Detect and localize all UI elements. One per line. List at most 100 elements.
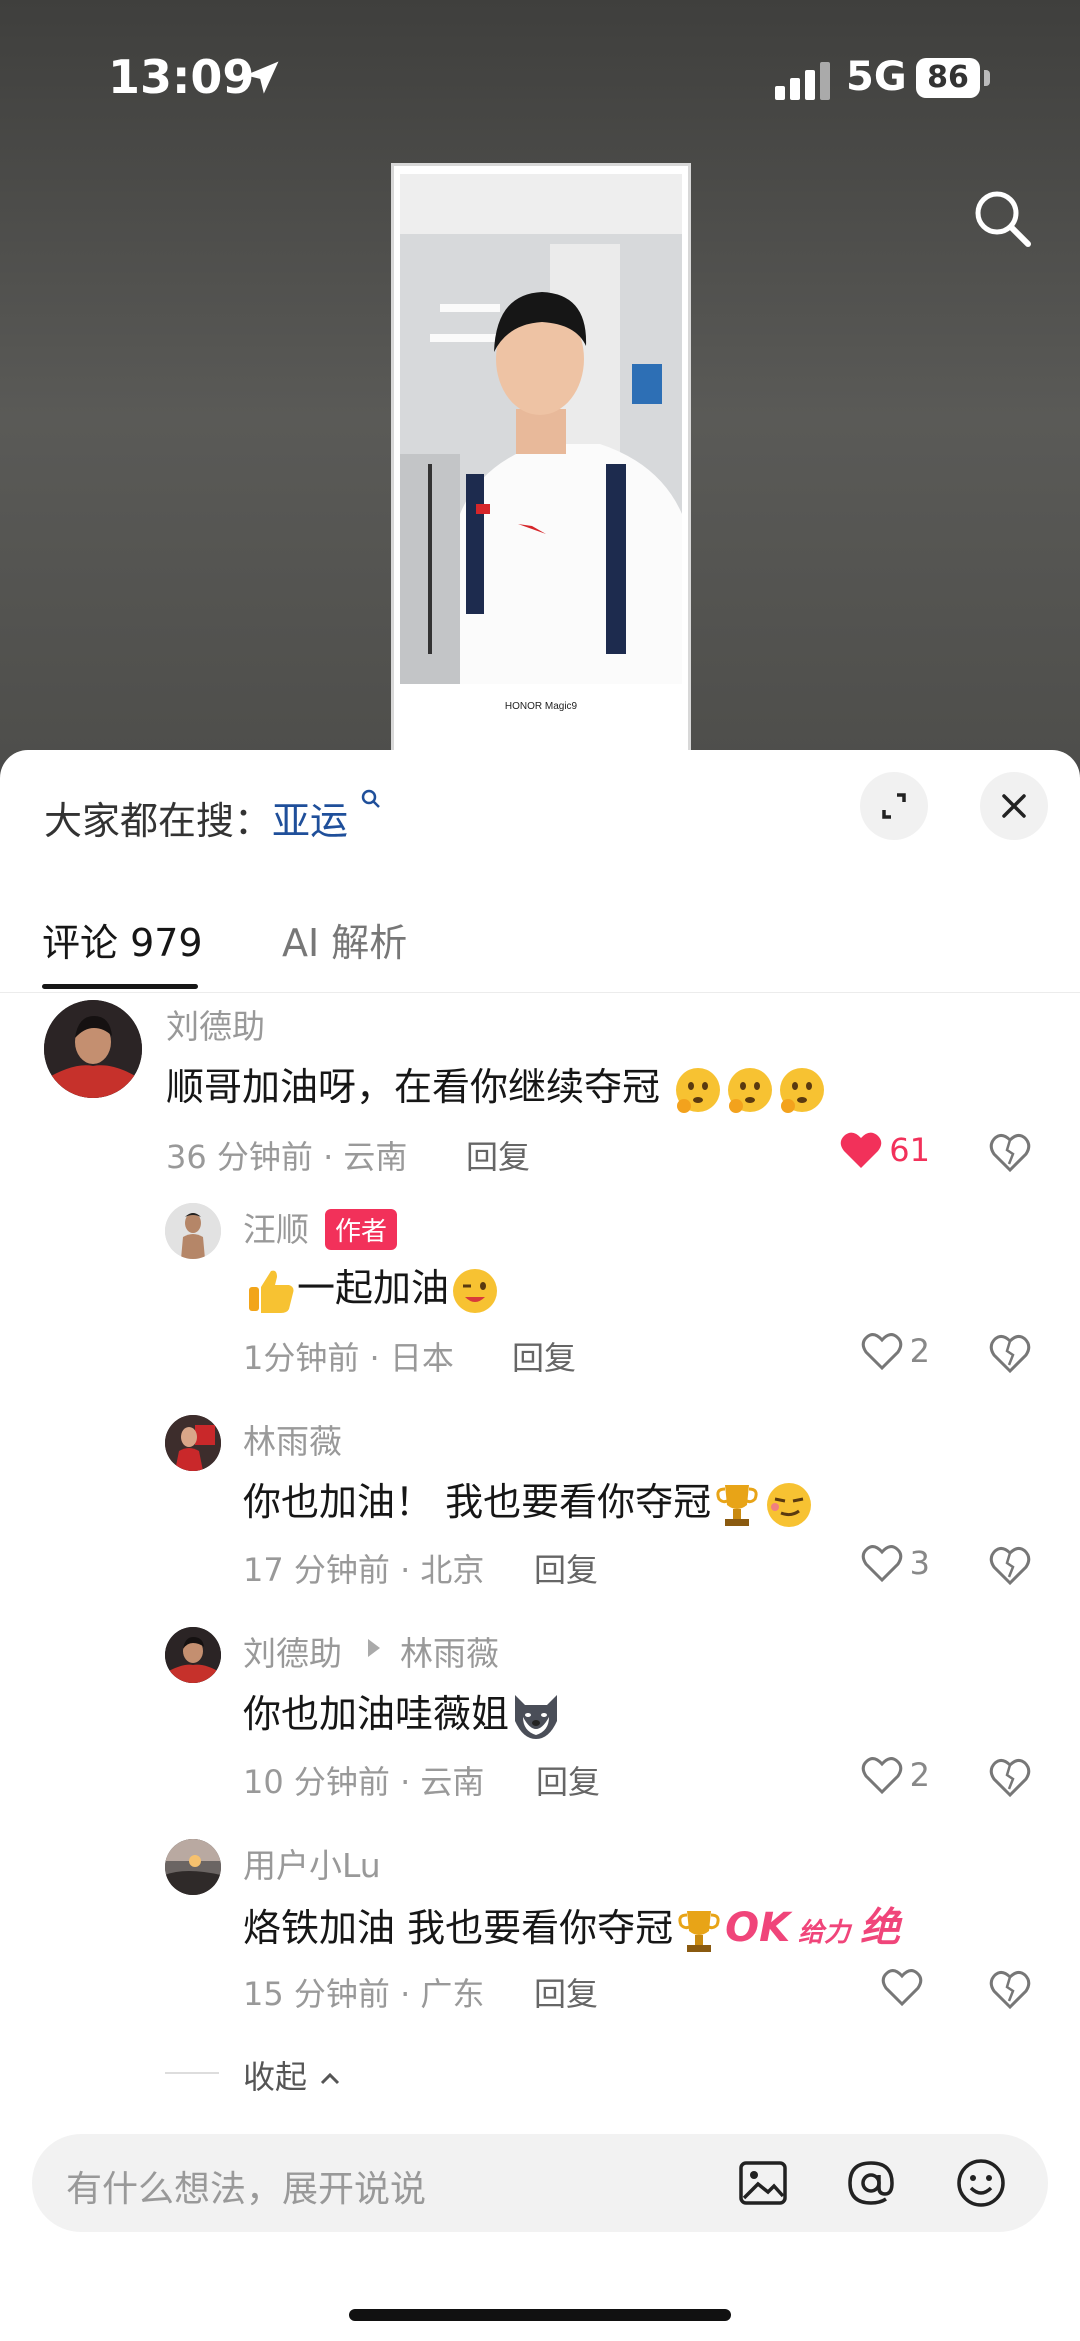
comment-text-body: 一起加油 (297, 1266, 450, 1310)
comment-text: 你也加油！ 我也要看你夺冠 (243, 1471, 815, 1531)
like-count: 3 (909, 1544, 930, 1582)
comment-text: 一起加油 (245, 1257, 501, 1317)
home-indicator[interactable] (349, 2309, 731, 2321)
comment-username[interactable]: 刘德助 (243, 1627, 342, 1675)
expand-button[interactable] (860, 772, 928, 840)
thumbs-up-icon (249, 1270, 294, 1313)
like-button[interactable]: 2 (860, 1331, 930, 1371)
heart-icon (861, 1757, 902, 1795)
comment-text-body: 你也加油哇薇姐 (243, 1692, 510, 1736)
comment-text: 顺哥加油呀，在看你继续夺冠 (166, 1056, 828, 1116)
battery-indicator: 86 (916, 58, 980, 98)
like-button[interactable] (880, 1967, 930, 2007)
athlete-photo (400, 174, 682, 684)
comment-tabs: 评论 979 AI 解析 (0, 900, 1080, 993)
comment-input-placeholder: 有什么想法，展开说说 (66, 2169, 427, 2210)
tab-comments[interactable]: 评论 979 (42, 912, 203, 967)
status-bar: 13:09 5G 86 (0, 0, 1080, 150)
ok-sticker: OK (725, 1905, 791, 1951)
reply-button[interactable]: 回复 (466, 1132, 530, 1178)
reply-button[interactable]: 回复 (534, 1545, 598, 1591)
status-time: 13:09 (108, 50, 255, 104)
like-count: 2 (909, 1332, 930, 1370)
author-badge: 作者 (325, 1209, 398, 1250)
avatar[interactable] (165, 1627, 221, 1683)
dislike-heart-icon[interactable] (988, 1755, 1032, 1799)
signal-icon (775, 60, 833, 100)
search-small-icon (361, 789, 381, 808)
expand-icon (882, 793, 906, 819)
reply-to-username[interactable]: 林雨薇 (400, 1627, 499, 1675)
close-button[interactable] (980, 772, 1048, 840)
tab-underline (42, 984, 198, 989)
comment-item: 汪顺 作者 一起加油 1分钟前 · 日本 回复 2 (0, 1203, 1080, 1393)
chevron-up-icon (321, 2072, 340, 2085)
winking-face-icon (453, 1268, 498, 1313)
like-button[interactable]: 3 (860, 1543, 930, 1583)
hot-search-prefix: 大家都在搜： (44, 799, 273, 843)
hot-search[interactable]: 大家都在搜：亚运 (44, 789, 382, 845)
video-photo-card[interactable]: HONOR Magic9 (391, 163, 691, 763)
emoji-icon[interactable] (954, 2156, 1008, 2210)
comment-username[interactable]: 用户小Lu (243, 1839, 381, 1887)
close-icon (1002, 794, 1026, 818)
at-icon[interactable] (844, 2156, 898, 2210)
like-button[interactable]: 61 (839, 1130, 930, 1170)
comment-meta: 1分钟前 · 日本 (243, 1339, 454, 1377)
reply-button[interactable]: 回复 (536, 1757, 600, 1803)
comment-username[interactable]: 林雨薇 (243, 1415, 342, 1463)
comment-text: 你也加油哇薇姐 (243, 1683, 563, 1743)
network-type: 5G (846, 54, 907, 100)
avatar[interactable] (165, 1839, 221, 1895)
trophy-icon (716, 1484, 758, 1526)
photo-caption: HONOR Magic9 (504, 701, 578, 712)
reply-button[interactable]: 回复 (534, 1969, 598, 2015)
heart-icon (881, 1969, 923, 2007)
jue-sticker: 绝 (860, 1905, 901, 1951)
image-icon[interactable] (736, 2156, 790, 2210)
comment-meta: 17 分钟前 · 北京 (243, 1551, 485, 1589)
comment-username[interactable]: 汪顺 (243, 1203, 309, 1251)
comment-text: 烙铁加油 我也要看你夺冠 OK 给力绝 (243, 1895, 900, 1957)
heart-icon (861, 1545, 902, 1583)
comment-text-body: 顺哥加油呀，在看你继续夺冠 (166, 1065, 661, 1109)
divider (165, 2072, 219, 2074)
collapse-text: 收起 (243, 2058, 308, 2096)
thinking-face-icon (728, 1067, 773, 1113)
thinking-face-icon (676, 1067, 721, 1113)
like-count: 61 (889, 1131, 930, 1169)
location-arrow-icon (245, 61, 279, 94)
dislike-heart-icon[interactable] (988, 1967, 1032, 2011)
avatar[interactable] (165, 1415, 221, 1471)
collapse-label: 收起 (243, 2052, 343, 2098)
heart-icon (841, 1132, 882, 1168)
comment-text-body: 烙铁加油 我也要看你夺冠 (243, 1906, 674, 1950)
trophy-icon (678, 1910, 720, 1952)
dislike-heart-icon[interactable] (988, 1130, 1032, 1174)
reply-button[interactable]: 回复 (512, 1333, 576, 1379)
hot-search-keyword[interactable]: 亚运 (272, 799, 348, 843)
geili-sticker: 给力 (798, 1918, 851, 1948)
search-icon[interactable] (970, 186, 1034, 250)
comment-input[interactable]: 有什么想法，展开说说 (32, 2134, 1048, 2232)
comment-item: 刘德助 顺哥加油呀，在看你继续夺冠 36 分钟前 · 云南 回复 61 (0, 1000, 1080, 1190)
comment-item: 用户小Lu 烙铁加油 我也要看你夺冠 OK 给力绝 15 分钟前 · 广东 回复 (0, 1839, 1080, 2029)
tab-ai-analysis[interactable]: AI 解析 (282, 912, 407, 967)
comment-text-body: 你也加油！ 我也要看你夺冠 (243, 1480, 712, 1524)
comment-meta: 10 分钟前 · 云南 (243, 1763, 485, 1801)
dislike-heart-icon[interactable] (988, 1331, 1032, 1375)
comment-meta: 36 分钟前 · 云南 (166, 1138, 408, 1176)
battery-tip (984, 70, 990, 86)
thinking-face-icon (780, 1067, 825, 1113)
like-count: 2 (909, 1756, 930, 1794)
reply-to-arrow-icon (368, 1639, 380, 1657)
comment-item: 林雨薇 你也加油！ 我也要看你夺冠 17 分钟前 · 北京 回复 3 (0, 1415, 1080, 1605)
comment-item: 刘德助 林雨薇 你也加油哇薇姐 10 分钟前 · 云南 回复 2 (0, 1627, 1080, 1817)
avatar[interactable] (165, 1203, 221, 1259)
like-button[interactable]: 2 (860, 1755, 930, 1795)
husky-dog-icon (515, 1694, 558, 1739)
dislike-heart-icon[interactable] (988, 1543, 1032, 1587)
avatar[interactable] (44, 1000, 142, 1098)
comment-username[interactable]: 刘德助 (166, 1000, 265, 1048)
comment-meta: 15 分钟前 · 广东 (243, 1975, 485, 2013)
